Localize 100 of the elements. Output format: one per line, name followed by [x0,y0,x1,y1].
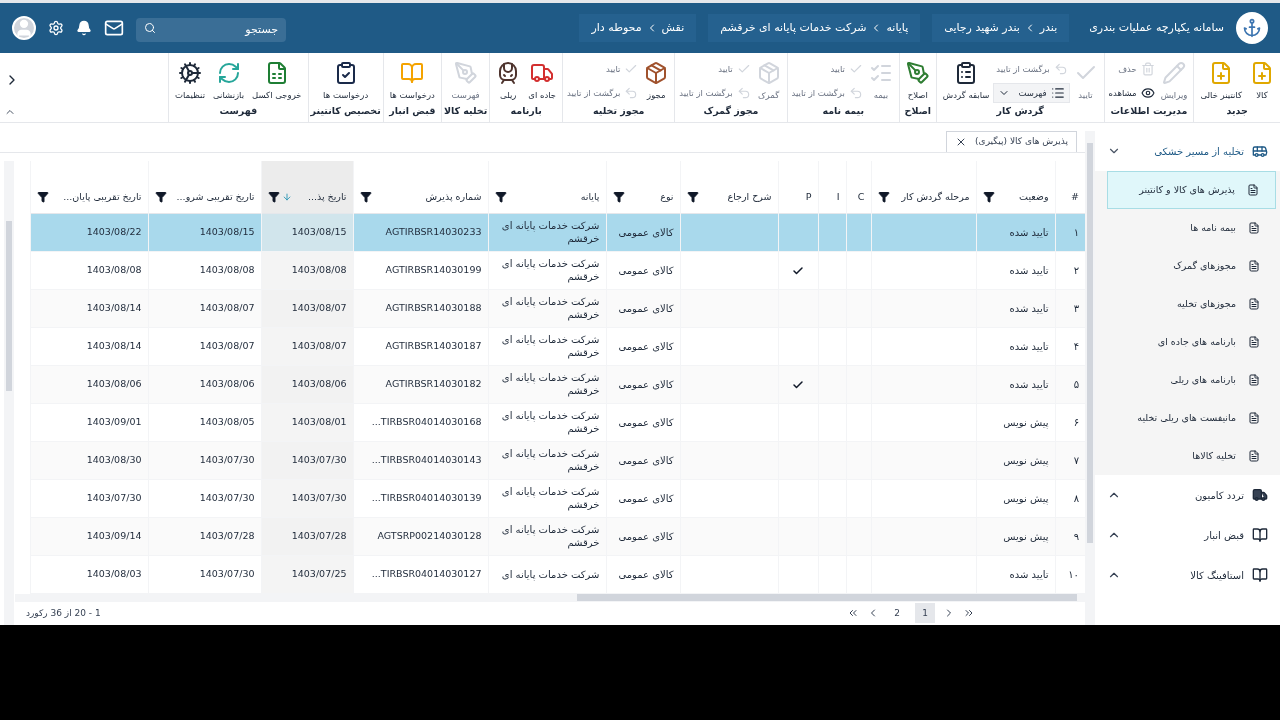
document-icon [1248,450,1260,462]
table-cell: تایید شده [976,213,1055,251]
sidebar-item[interactable]: بارنامه های جاده ای [1107,323,1276,361]
table-cell: ۸ [1055,479,1085,517]
ribbon-button[interactable]: سابقه گردش [938,57,994,103]
column-header[interactable]: # [1055,161,1085,213]
table-cell: کالای عمومی [606,555,680,593]
tab[interactable]: پذیرش های کالا (پیگیری) [946,131,1077,152]
check-icon [848,62,863,76]
column-header[interactable]: P [778,161,818,213]
app-title: سامانه یکپارچه عملیات بندری [1089,19,1224,36]
table-cell: 1403/08/06 [30,365,148,403]
table-cell: ۷ [1055,441,1085,479]
filter-icon[interactable] [612,191,625,204]
table-cell: شرکت خدمات پایانه ای [488,555,606,593]
context-chip[interactable]: بندر بندر شهید رجایی [932,14,1070,42]
table-cell: 1403/08/15 [261,213,353,251]
bell-icon[interactable] [76,20,92,36]
sort-icon [281,192,292,203]
list-icon [1050,86,1065,100]
table-cell: 1403/08/07 [261,327,353,365]
filter-icon[interactable] [686,191,699,204]
sidebar-item[interactable]: تخلیه کالاها [1107,437,1276,475]
scrollbar-thumb[interactable] [6,221,12,391]
column-header[interactable]: تاریخ تقریبی شرو... [148,161,261,213]
table-cell: AGTIRBSR14030199 [353,251,488,289]
column-header[interactable]: تاریخ تقریبی پایان... [30,161,148,213]
sidebar-item[interactable]: مجوزهای گمرک [1107,247,1276,285]
table-cell: 1403/07/30 [261,479,353,517]
eye-icon [1140,86,1155,100]
ribbon-button[interactable]: خروجی اکسل [248,57,306,103]
column-header[interactable]: شرح ارجاع [680,161,778,213]
table-cell: شرکت خدمات پایانه ای خرقشم [488,213,606,251]
ribbon-button[interactable]: مجوز [640,57,673,103]
ribbon-button[interactable]: درخواست ها [319,57,373,103]
undo-icon [1053,62,1068,76]
table-cell: کالای عمومی [606,213,680,251]
context-chip[interactable]: پایانه شرکت خدمات پایانه ای خرقشم [708,14,921,42]
table-cell: AGTIRBSR14030187 [353,327,488,365]
box-icon [756,61,781,85]
horizontal-scrollbar[interactable] [15,593,1085,602]
column-header[interactable]: I [818,161,846,213]
book-icon [1252,527,1268,543]
sidebar-item[interactable]: بارنامه های ریلی [1107,361,1276,399]
table-cell: کالای عمومی [606,403,680,441]
filter-icon[interactable] [36,191,49,204]
filter-icon[interactable] [494,191,507,204]
filter-icon[interactable] [154,191,167,204]
ribbon-button[interactable]: جاده ای [524,57,561,103]
table-cell: تایید شده [976,251,1055,289]
table-cell: شرکت خدمات پایانه ای خرقشم [488,517,606,555]
page-button[interactable]: 2 [887,603,907,624]
mail-icon[interactable] [104,18,124,38]
table-cell: 1403/08/07 [148,327,261,365]
ribbon-button[interactable]: ریلی [492,57,525,103]
column-header[interactable]: تاریخ پذ... [261,161,353,213]
page-button[interactable]: 1 [915,603,935,624]
column-header[interactable]: پایانه [488,161,606,213]
sidebar-section[interactable]: تخلیه از مسیر خشکی [1095,131,1280,171]
ribbon-button[interactable]: بازنشانی [209,57,249,103]
search-field[interactable]: جستجو [136,17,286,42]
column-header[interactable]: نوع [606,161,680,213]
avatar[interactable] [12,16,36,40]
truck-icon [530,61,555,85]
filter-icon[interactable] [359,191,372,204]
book-icon [400,61,425,85]
table-cell: 1403/08/14 [30,327,148,365]
undo-icon [624,86,639,100]
sidebar-item[interactable]: مجوزهای تخلیه [1107,285,1276,323]
table-cell: شرکت خدمات پایانه ای خرقشم [488,251,606,289]
undo-icon [736,86,751,100]
scrollbar-thumb[interactable] [1087,143,1093,543]
filter-icon[interactable] [267,191,280,204]
sidebar-item[interactable]: مانیفست های ریلی تخلیه [1107,399,1276,437]
filter-icon[interactable] [982,191,995,204]
context-chip[interactable]: نقش محوطه دار [579,14,697,42]
ribbon-button[interactable]: درخواست ها [385,57,439,103]
sidebar-item[interactable]: پذیرش های کالا و کانتینر [1107,171,1276,209]
group-label: جدید [1226,103,1248,118]
ribbon-button[interactable]: مشاهده [1106,83,1157,103]
ribbon-button[interactable]: تنظیمات [171,57,209,103]
settings-icon[interactable] [48,20,64,36]
ribbon-button[interactable]: کانتینر خالی [1196,57,1246,103]
column-header[interactable]: C [846,161,871,213]
column-header[interactable]: وضعیت [976,161,1055,213]
table-cell: 1403/08/08 [30,251,148,289]
table-cell: ۵ [1055,365,1085,403]
sidebar-item[interactable]: بیمه نامه ها [1107,209,1276,247]
table-cell: ۴ [1055,327,1085,365]
ribbon-button[interactable]: کالا [1246,57,1278,103]
table-cell: 1403/09/14 [30,517,148,555]
filter-icon[interactable] [877,191,890,204]
table-cell: 1403/08/07 [148,289,261,327]
column-header[interactable]: مرحله گردش کار [871,161,976,213]
ribbon-button[interactable]: اصلاح [901,57,934,103]
column-header[interactable]: شماره پذیرش [353,161,488,213]
table-cell: پیش نویس [976,441,1055,479]
pen-icon [905,61,930,85]
dropdown-button[interactable]: فهرست [993,83,1070,103]
document-icon [1248,260,1260,272]
